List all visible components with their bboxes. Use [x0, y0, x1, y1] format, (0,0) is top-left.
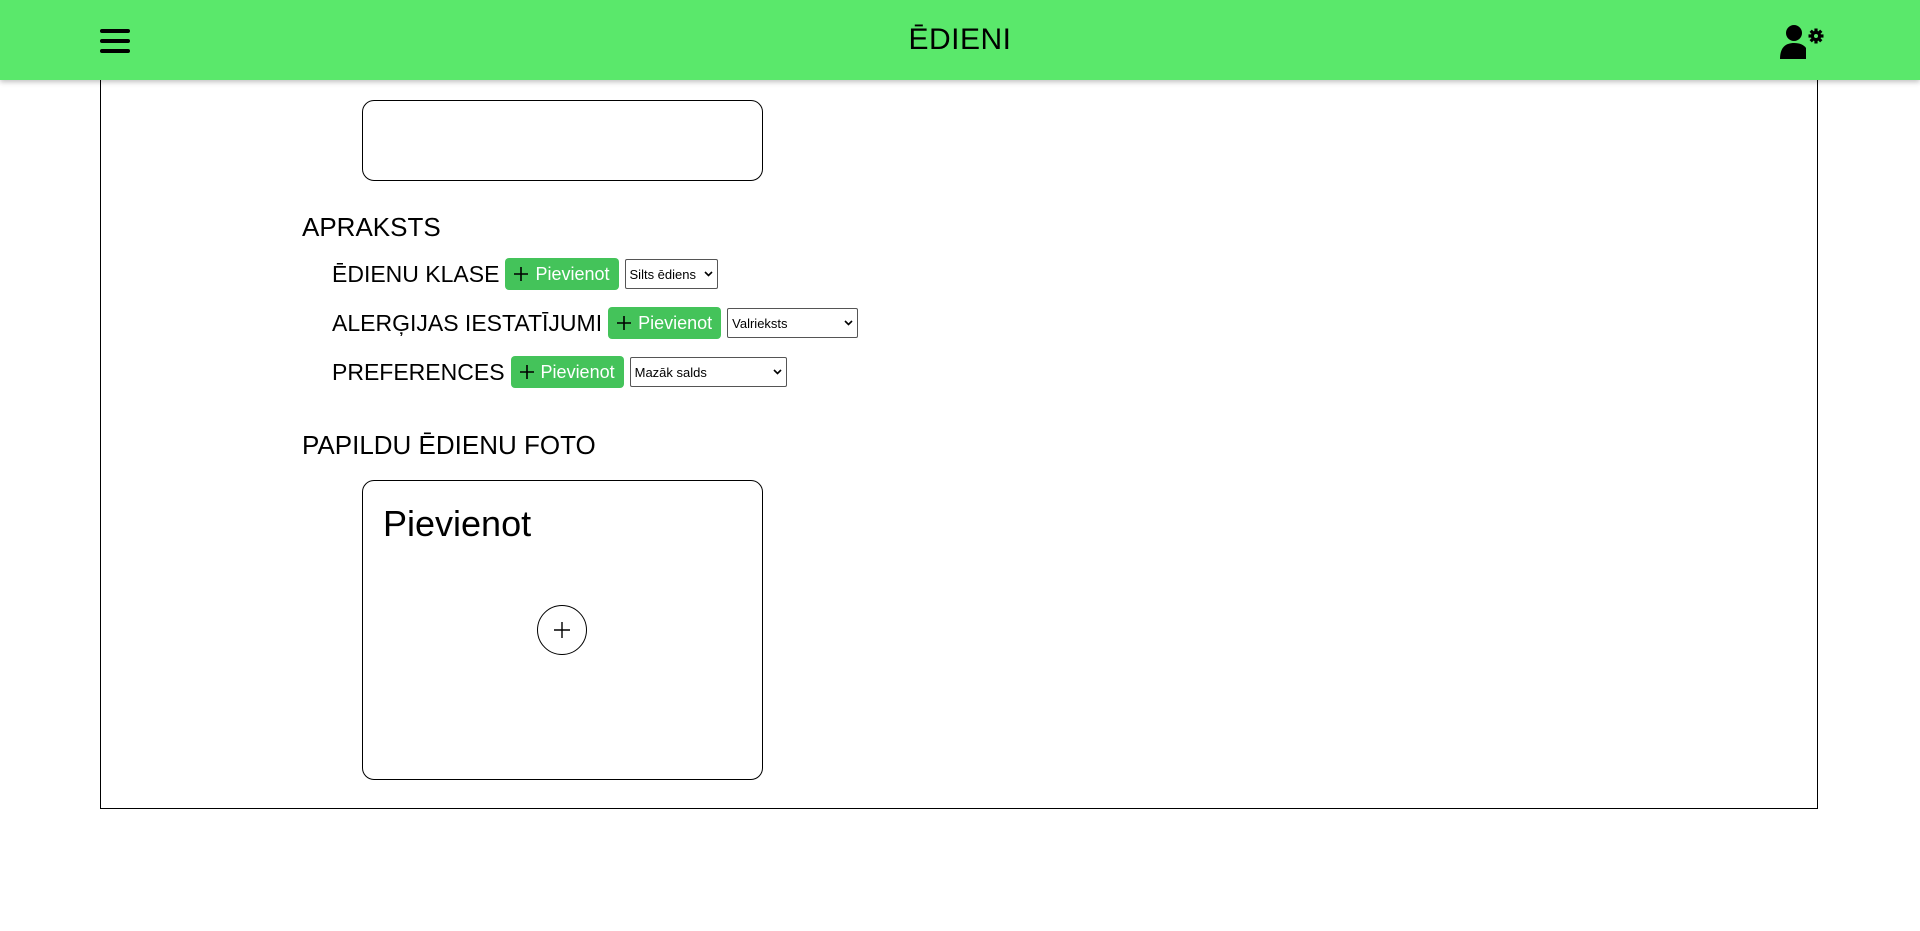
dish-class-selected: Silts ēdiens [629, 266, 696, 282]
dish-class-select[interactable]: Silts ēdiens [624, 259, 718, 289]
add-photo-card-title: Pievienot [383, 503, 532, 544]
dish-class-row: ĒDIENU KLASE Pievienot Silts ēdiens [332, 257, 718, 291]
user-settings-icon[interactable] [1780, 24, 1826, 60]
plus-circle-icon[interactable] [537, 605, 587, 655]
chevron-down-icon [773, 369, 782, 375]
dish-class-label: ĒDIENU KLASE [332, 260, 500, 287]
add-photo-card[interactable]: Pievienot [362, 480, 763, 780]
allergy-selected: Valrieksts [732, 315, 788, 331]
chevron-down-icon [703, 271, 713, 277]
content-frame: APRAKSTS ĒDIENU KLASE Pievienot Silts ēd… [100, 60, 1818, 809]
add-allergy-button[interactable]: Pievienot [608, 307, 722, 339]
chevron-down-icon [844, 320, 853, 326]
allergy-settings-row: ALERĢIJAS IESTATĪJUMI Pievienot Valrieks… [332, 306, 859, 340]
top-app-bar: ĒDIENI [0, 0, 1920, 80]
preferences-select[interactable]: Mazāk salds [629, 357, 787, 387]
add-allergy-button-label: Pievienot [638, 312, 713, 333]
preferences-selected: Mazāk salds [634, 364, 707, 380]
description-heading: APRAKSTS [302, 212, 441, 242]
add-dish-class-button[interactable]: Pievienot [505, 258, 619, 290]
preferences-row: PREFERENCES Pievienot Mazāk salds [332, 355, 787, 389]
page-title: ĒDIENI [908, 23, 1012, 56]
extra-photos-heading: PAPILDU ĒDIENU FOTO [302, 430, 596, 460]
main-photo-card [362, 100, 763, 181]
plus-icon [514, 267, 529, 281]
plus-icon [617, 316, 632, 330]
allergy-settings-label: ALERĢIJAS IESTATĪJUMI [332, 309, 603, 336]
allergy-select[interactable]: Valrieksts [727, 308, 859, 338]
preferences-label: PREFERENCES [332, 358, 505, 385]
add-preference-button[interactable]: Pievienot [510, 356, 624, 388]
plus-icon [519, 365, 534, 379]
add-dish-class-button-label: Pievienot [535, 263, 610, 284]
add-preference-button-label: Pievienot [540, 361, 615, 382]
